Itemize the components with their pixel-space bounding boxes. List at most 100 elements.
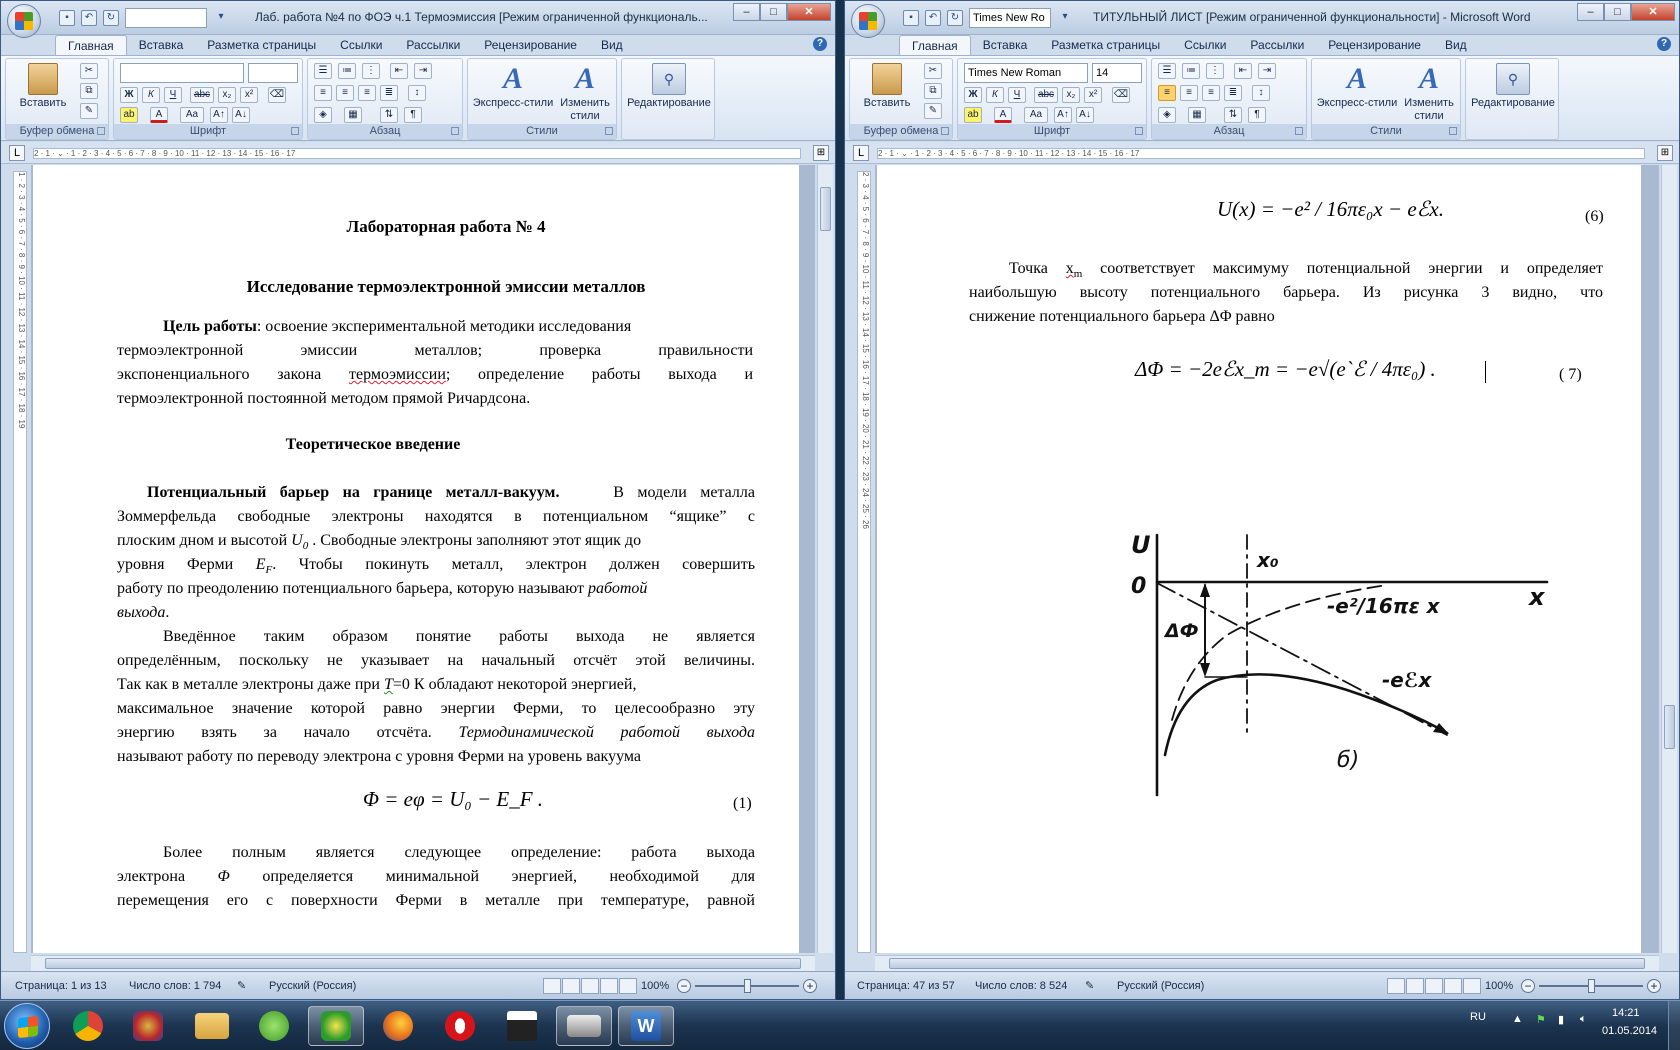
close-button[interactable]: ✕ [1631,3,1675,21]
decrease-indent-icon[interactable]: ⇤ [1234,63,1252,79]
line-spacing-icon[interactable]: ↕ [1252,85,1270,101]
document-page[interactable]: U(x) = −e² / 16πε₀x − eℰx. (6) Точка xm … [877,165,1641,953]
full-screen-button[interactable] [562,978,580,994]
quick-styles-button[interactable]: A Экспресс-стили [1316,63,1398,110]
maximize-button[interactable]: □ [1604,3,1631,21]
view-ruler-icon[interactable]: ⊞ [813,145,829,161]
language[interactable]: Русский (Россия) [269,972,356,999]
zoom-in-button[interactable]: + [1647,979,1661,993]
tab-page-layout[interactable]: Разметка страницы [195,35,328,55]
language-indicator[interactable]: RU [1470,1011,1486,1023]
underline-icon[interactable]: Ч [1008,87,1026,103]
superscript-icon[interactable]: x² [240,87,258,103]
font-size-combo[interactable]: 14 [1092,63,1142,83]
spellcheck-icon[interactable]: ✎ [237,972,246,999]
taskbar-explorer[interactable] [184,1006,240,1046]
bold-icon[interactable]: Ж [120,87,138,103]
font-size-combo[interactable] [248,63,298,83]
highlight-icon[interactable]: ab [964,107,982,123]
paste-button[interactable]: Вставить [856,63,918,110]
numbering-icon[interactable]: ≔ [1182,63,1200,79]
horizontal-ruler[interactable]: L 2 · 1 · ⌄ · 1 · 2 · 3 · 4 · 5 · 6 · 7 … [1,142,835,164]
tab-selector[interactable]: L [9,145,25,161]
redo-icon[interactable]: ↻ [947,10,963,26]
justify-icon[interactable]: ≣ [1224,85,1242,101]
draft-button[interactable] [619,978,637,994]
hscroll-thumb[interactable] [889,958,1645,969]
strikethrough-icon[interactable]: abc [1034,87,1058,103]
tab-insert[interactable]: Вставка [971,35,1040,55]
taskbar-utorrent[interactable] [246,1006,302,1046]
office-button[interactable] [851,4,885,38]
format-painter-icon[interactable]: ✎ [80,103,98,119]
tab-view[interactable]: Вид [589,35,635,55]
page-count[interactable]: Страница: 47 из 57 [857,972,955,999]
taskbar-eagle[interactable] [120,1006,176,1046]
increase-indent-icon[interactable]: ⇥ [1258,63,1276,79]
tab-mailings[interactable]: Рассылки [1238,35,1316,55]
clock-time[interactable]: 14:21 [1612,1007,1640,1019]
tab-references[interactable]: Ссылки [328,35,394,55]
copy-icon[interactable]: ⧉ [924,83,942,99]
grow-font-icon[interactable]: A↑ [1054,107,1072,123]
underline-icon[interactable]: Ч [164,87,182,103]
undo-icon[interactable]: ↶ [81,10,97,26]
clear-format-icon[interactable]: ⌫ [1112,87,1130,103]
line-spacing-icon[interactable]: ↕ [408,85,426,101]
zoom-slider-thumb[interactable] [744,979,751,993]
qat-dropdown-icon[interactable]: ▾ [1057,10,1073,26]
title-bar[interactable]: ▪ ↶ ↻ ▾ Лаб. работа №4 по ФОЭ ч.1 Термоэ… [1,1,835,38]
zoom-out-button[interactable]: − [677,979,691,993]
network-icon[interactable]: ▮ [1558,1013,1564,1026]
qat-font-combo[interactable]: Times New Ro [969,8,1051,28]
borders-icon[interactable]: ▦ [344,107,362,123]
vertical-scrollbar[interactable] [817,165,833,953]
tab-home[interactable]: Главная [55,35,127,55]
tray-expand-icon[interactable]: ▲ [1512,1013,1523,1025]
office-button[interactable] [7,4,41,38]
sort-icon[interactable]: ⇅ [380,107,398,123]
minimize-button[interactable]: – [1577,3,1604,21]
tab-view[interactable]: Вид [1433,35,1479,55]
change-styles-button[interactable]: A Изменить стили [1398,63,1460,123]
start-button[interactable] [4,1003,50,1049]
increase-indent-icon[interactable]: ⇥ [414,63,432,79]
tab-references[interactable]: Ссылки [1172,35,1238,55]
strikethrough-icon[interactable]: abc [190,87,214,103]
save-icon[interactable]: ▪ [59,10,75,26]
spellcheck-icon[interactable]: ✎ [1085,972,1094,999]
view-ruler-icon[interactable]: ⊞ [1657,145,1673,161]
font-name-combo[interactable] [120,63,244,83]
numbering-icon[interactable]: ≔ [338,63,356,79]
editing-button[interactable]: ⚲ Редактирование [1468,63,1558,110]
quick-styles-button[interactable]: A Экспресс-стили [472,63,554,110]
shrink-font-icon[interactable]: A↓ [232,107,250,123]
tab-review[interactable]: Рецензирование [1316,35,1433,55]
zoom-in-button[interactable]: + [803,979,817,993]
sort-icon[interactable]: ⇅ [1224,107,1242,123]
justify-icon[interactable]: ≣ [380,85,398,101]
minimize-button[interactable]: – [733,3,760,21]
qat-dropdown-icon[interactable]: ▾ [213,10,229,26]
paste-button[interactable]: Вставить [12,63,74,110]
hscroll-thumb[interactable] [45,958,801,969]
help-icon[interactable]: ? [1657,37,1671,51]
scroll-thumb[interactable] [820,187,831,231]
align-center-icon[interactable]: ≡ [1180,85,1198,101]
tab-review[interactable]: Рецензирование [472,35,589,55]
cut-icon[interactable]: ✂ [924,63,942,79]
help-icon[interactable]: ? [813,37,827,51]
tab-mailings[interactable]: Рассылки [394,35,472,55]
taskbar-media[interactable] [494,1006,550,1046]
shading-icon[interactable]: ◈ [314,107,332,123]
shrink-font-icon[interactable]: A↓ [1076,107,1094,123]
taskbar-firefox[interactable] [370,1006,426,1046]
horizontal-scrollbar[interactable] [31,955,815,971]
align-left-icon[interactable]: ≡ [1158,85,1176,101]
bullets-icon[interactable]: ☰ [1158,63,1176,79]
word-count[interactable]: Число слов: 1 794 [129,972,221,999]
zoom-slider-thumb[interactable] [1588,979,1595,993]
qat-font-combo[interactable] [125,8,207,28]
horizontal-ruler[interactable]: L 2 · 1 · ⌄ · 1 · 2 · 3 · 4 · 5 · 6 · 7 … [845,142,1679,164]
clear-format-icon[interactable]: ⌫ [268,87,286,103]
